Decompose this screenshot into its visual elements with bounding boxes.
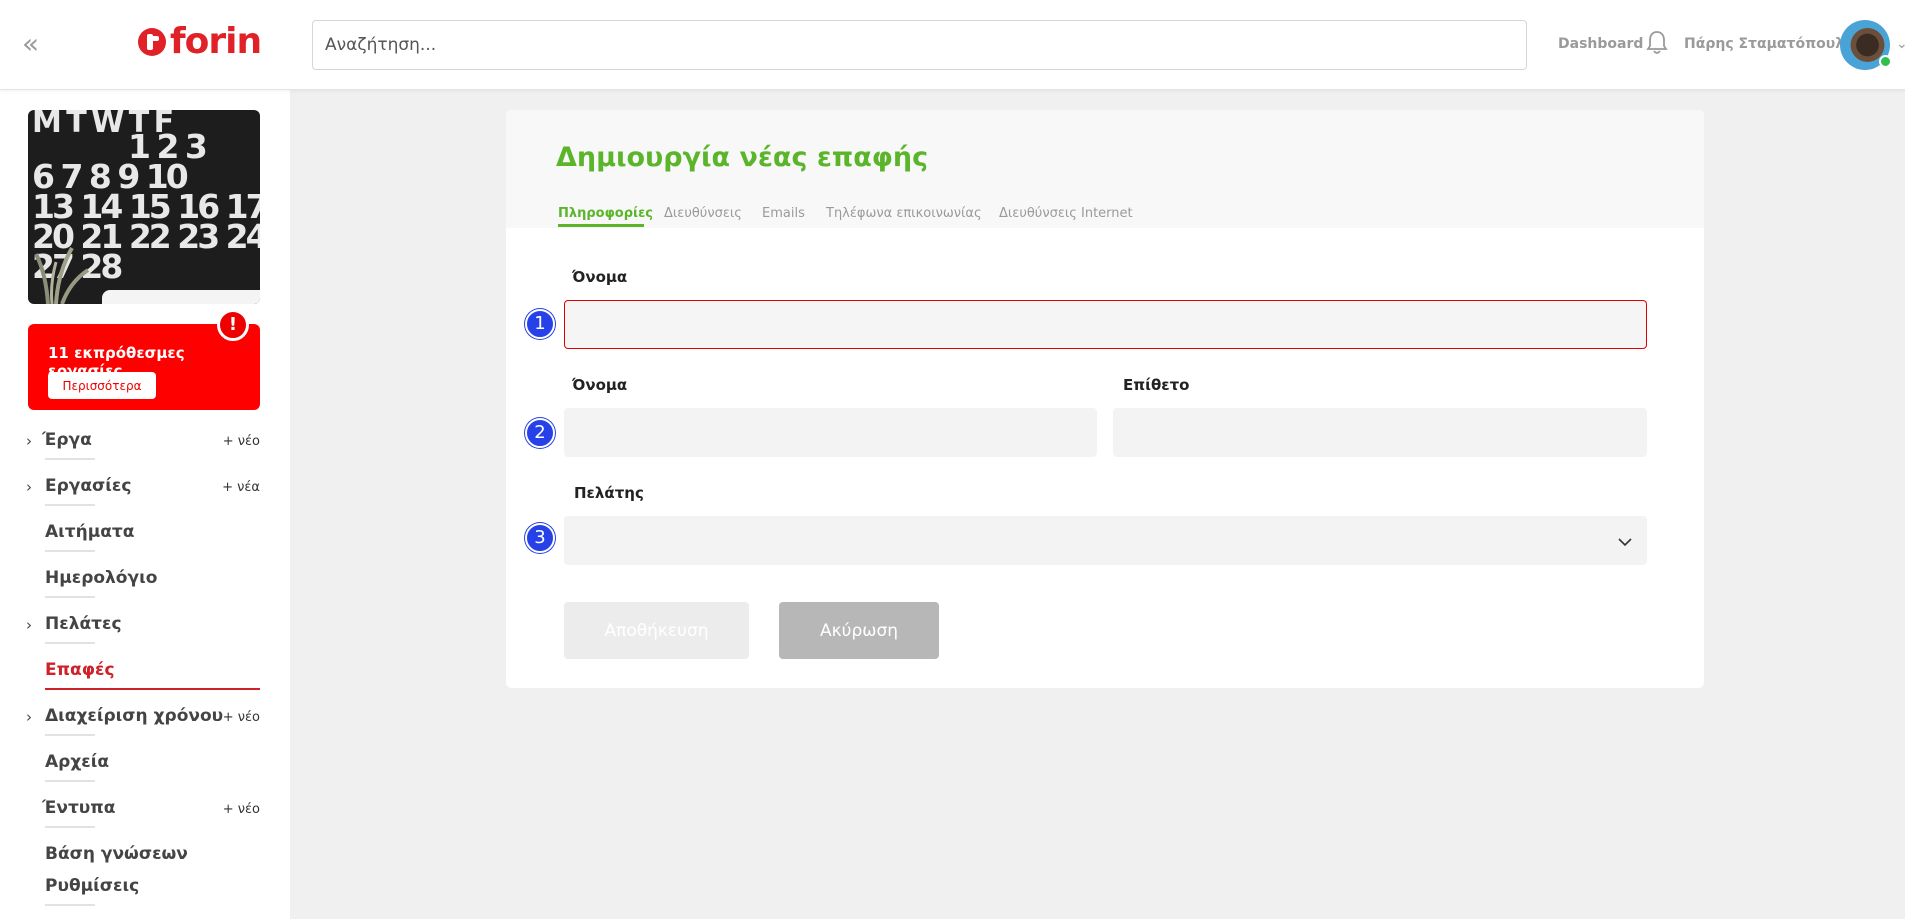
sidebar-item-label: Επαφές	[45, 660, 115, 680]
first-name-input[interactable]	[564, 408, 1097, 457]
top-header: « forin Dashboard Πάρης Σταματόπουλος ⌄	[0, 0, 1905, 90]
sidebar-item-label: Διαχείριση χρόνου	[45, 706, 224, 726]
step-badge-1: 1	[525, 309, 555, 339]
page-title: Δημιουργία νέας επαφής	[556, 142, 929, 173]
calendar-image: M T W T F 1 2 3 6 7 8 9 10 13 14 15 16 1…	[28, 110, 260, 304]
chevron-right-icon[interactable]: ›	[26, 478, 32, 496]
nav-underline	[45, 826, 95, 828]
logo[interactable]: forin	[138, 21, 262, 62]
chevron-right-icon[interactable]: ›	[26, 432, 32, 450]
last-name-input[interactable]	[1113, 408, 1647, 457]
tab-emails[interactable]: Emails	[762, 206, 805, 221]
avatar[interactable]	[1840, 20, 1892, 70]
sidebar-item-label: Ρυθμίσεις	[45, 876, 140, 896]
name-input[interactable]	[564, 300, 1647, 349]
notepad-decoration	[102, 290, 260, 304]
new-task-link[interactable]: + νέα	[222, 480, 260, 495]
sidebar-item-label: Εργασίες	[45, 476, 132, 496]
sidebar-item-settings[interactable]: Ρυθμίσεις	[0, 876, 290, 916]
bell-icon[interactable]	[1646, 30, 1668, 56]
step-badge-2: 2	[525, 418, 555, 448]
sidebar-item-tasks[interactable]: › Εργασίες + νέα	[0, 476, 290, 516]
nav-underline	[45, 596, 95, 598]
dashboard-link[interactable]: Dashboard	[1558, 36, 1643, 52]
new-contact-card: Δημιουργία νέας επαφής Πληροφορίες Διευθ…	[506, 110, 1704, 688]
sidebar-item-time-management[interactable]: › Διαχείριση χρόνου + νέο	[0, 706, 290, 746]
step-badge-3: 3	[525, 523, 555, 553]
logo-text: forin	[170, 21, 262, 62]
tab-internet-addresses[interactable]: Διευθύνσεις Internet	[999, 206, 1133, 221]
active-tab-indicator	[558, 224, 644, 227]
sidebar-item-projects[interactable]: › Έργα + νέο	[0, 430, 290, 470]
nav-underline	[45, 688, 260, 690]
nav-underline	[45, 904, 95, 906]
card-header: Δημιουργία νέας επαφής Πληροφορίες Διευθ…	[506, 110, 1704, 228]
sidebar-item-requests[interactable]: Αιτήματα	[0, 522, 290, 562]
sidebar-item-clients[interactable]: › Πελάτες	[0, 614, 290, 654]
sidebar-item-label: Αιτήματα	[45, 522, 135, 542]
user-name[interactable]: Πάρης Σταματόπουλος	[1684, 36, 1862, 52]
tab-addresses[interactable]: Διευθύνσεις	[664, 206, 742, 221]
sidebar-item-label: Ημερολόγιο	[45, 568, 158, 588]
sidebar-item-label: Έντυπα	[42, 798, 116, 818]
sidebar: M T W T F 1 2 3 6 7 8 9 10 13 14 15 16 1…	[0, 90, 290, 919]
name-label: Όνομα	[572, 268, 628, 286]
new-time-entry-link[interactable]: + νέο	[223, 710, 260, 725]
nav-underline	[45, 504, 95, 506]
sidebar-item-contacts[interactable]: Επαφές	[0, 660, 290, 700]
tab-info[interactable]: Πληροφορίες	[558, 206, 653, 221]
chevron-right-icon[interactable]: ›	[26, 708, 32, 726]
sidebar-item-label: Αρχεία	[45, 752, 110, 772]
save-button[interactable]: Αποθήκευση	[564, 602, 749, 659]
nav-underline	[45, 780, 95, 782]
first-name-label: Όνομα	[572, 376, 628, 394]
logo-mark-icon	[138, 28, 166, 56]
nav-underline	[45, 550, 95, 552]
search-input[interactable]	[312, 20, 1527, 70]
sidebar-item-files[interactable]: Αρχεία	[0, 752, 290, 792]
more-button[interactable]: Περισσότερα	[48, 372, 156, 399]
new-project-link[interactable]: + νέο	[223, 434, 260, 449]
chevron-down-icon[interactable]: ⌄	[1896, 36, 1905, 52]
online-status-icon	[1879, 55, 1892, 68]
client-select[interactable]	[564, 516, 1647, 565]
nav-underline	[45, 642, 95, 644]
nav-underline	[45, 734, 95, 736]
client-label: Πελάτης	[574, 484, 644, 502]
sidebar-item-label: Πελάτες	[45, 614, 122, 634]
last-name-label: Επίθετο	[1123, 376, 1190, 394]
sidebar-item-forms[interactable]: Έντυπα + νέο	[0, 798, 290, 838]
chevron-down-icon[interactable]	[1618, 535, 1632, 549]
alert-icon: !	[217, 309, 249, 341]
tab-phones[interactable]: Τηλέφωνα επικοινωνίας	[826, 206, 982, 221]
chevron-right-icon[interactable]: ›	[26, 616, 32, 634]
sidebar-item-calendar[interactable]: Ημερολόγιο	[0, 568, 290, 608]
sidebar-item-label: Έργα	[42, 430, 92, 450]
sidebar-item-label: Βάση γνώσεων	[45, 844, 188, 864]
collapse-sidebar-icon[interactable]: «	[22, 30, 39, 58]
new-form-link[interactable]: + νέο	[223, 802, 260, 817]
nav-underline	[45, 458, 95, 460]
cancel-button[interactable]: Ακύρωση	[779, 602, 939, 659]
